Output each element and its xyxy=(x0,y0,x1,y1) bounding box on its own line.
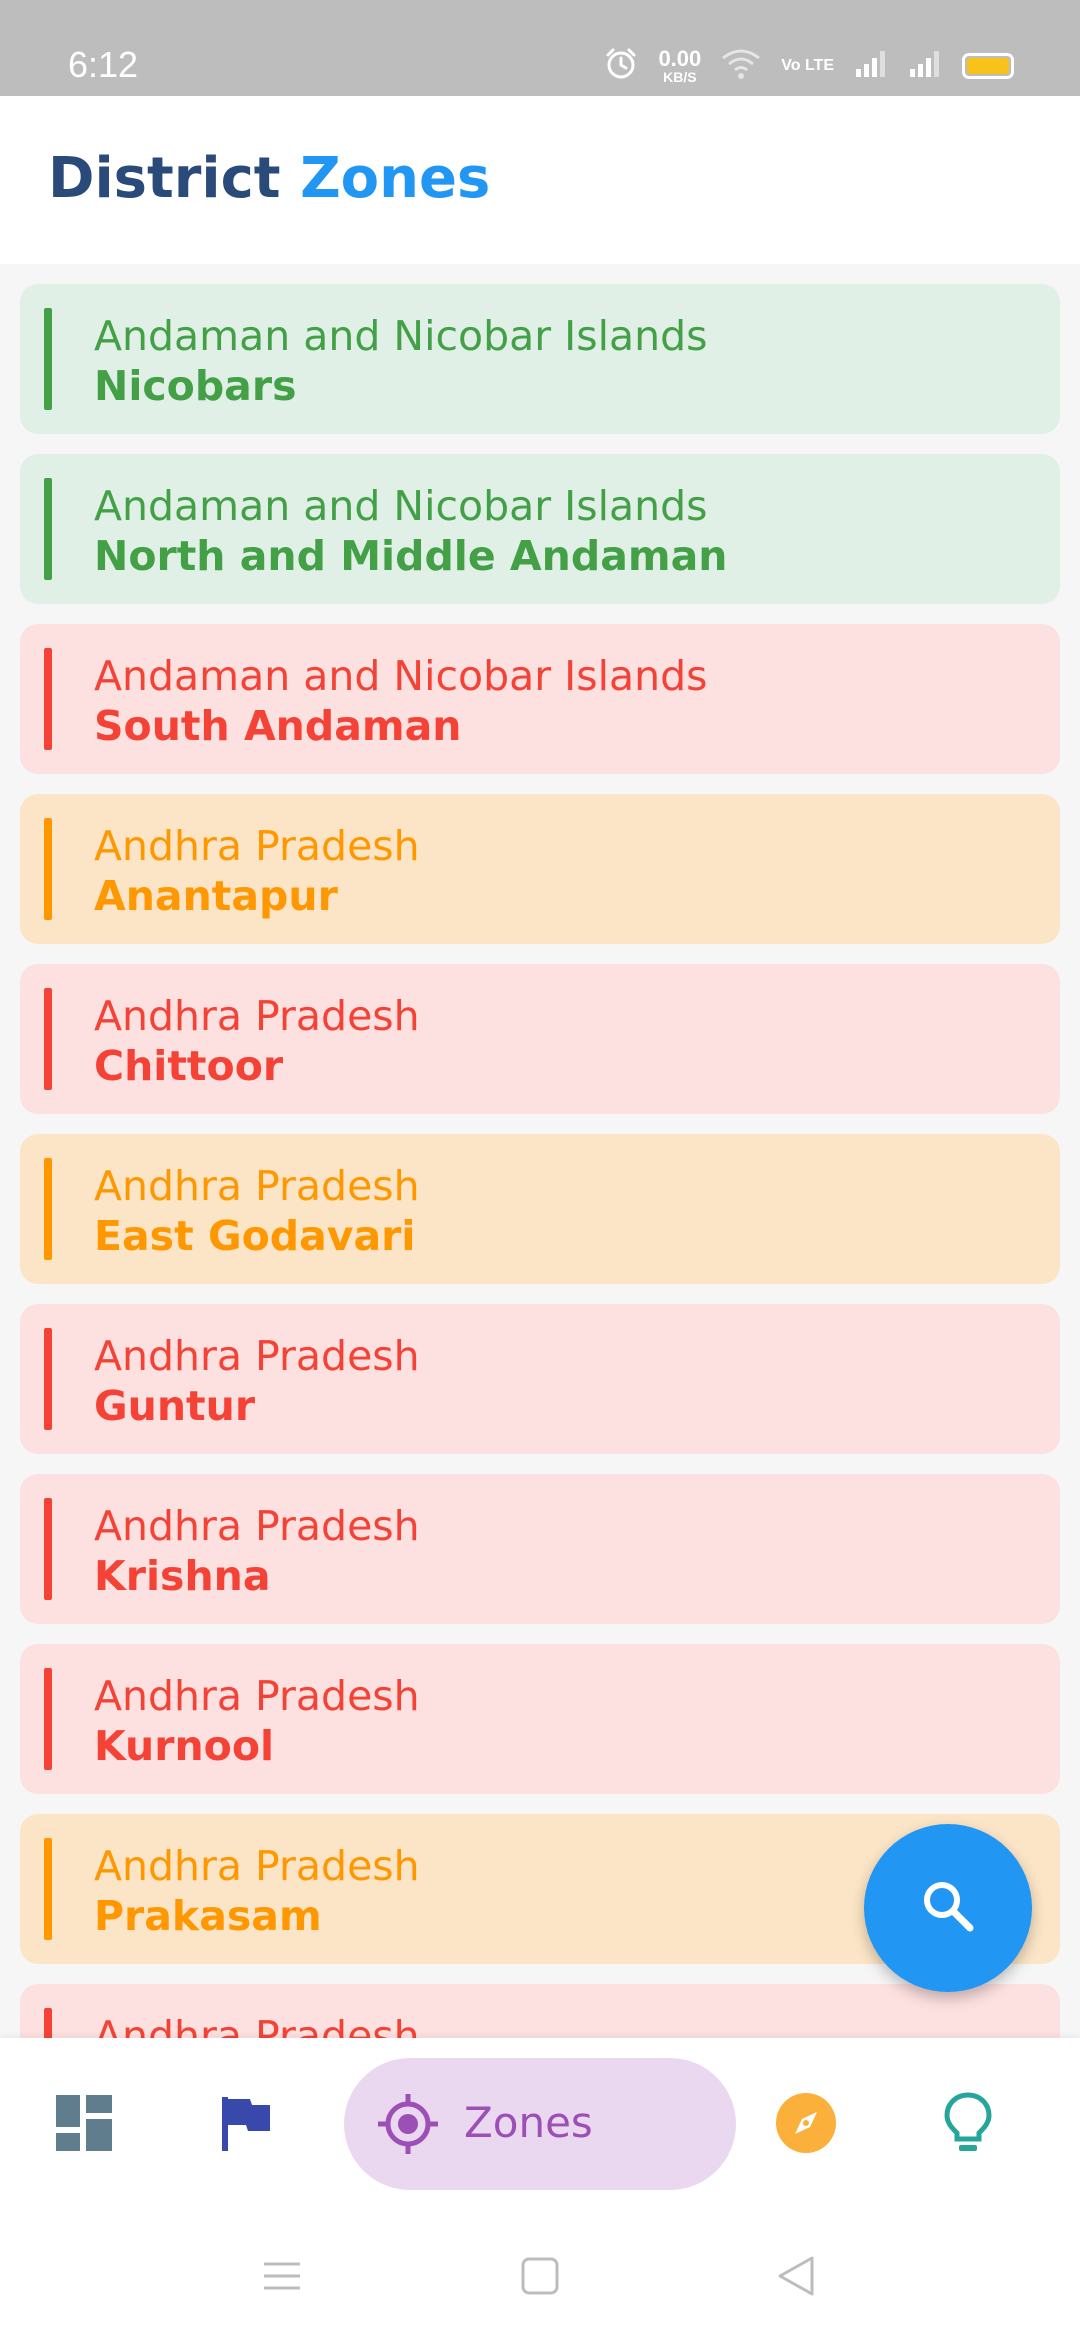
system-navigation-bar xyxy=(0,2208,1080,2340)
net-speed: 0.00 KB/S xyxy=(658,46,702,85)
wifi-icon xyxy=(721,48,761,84)
zone-indicator xyxy=(44,2008,52,2038)
dashboard-icon xyxy=(54,2093,114,2157)
zone-indicator xyxy=(44,478,52,580)
signal-icon xyxy=(854,49,888,83)
district-card[interactable]: Andhra Pradesh Kurnool xyxy=(20,1644,1060,1794)
zone-indicator xyxy=(44,1668,52,1770)
zone-indicator xyxy=(44,988,52,1090)
home-square-icon[interactable] xyxy=(516,2252,564,2300)
search-icon xyxy=(916,1874,980,1942)
district-card[interactable]: Andhra Pradesh East Godavari xyxy=(20,1134,1060,1284)
state-name: Andhra Pradesh xyxy=(94,2012,420,2038)
signal-icon xyxy=(908,49,942,83)
alarm-icon xyxy=(604,47,638,85)
district-name: East Godavari xyxy=(94,1212,416,1260)
nav-dashboard[interactable] xyxy=(52,2093,116,2157)
state-name: Andhra Pradesh xyxy=(94,1502,420,1550)
zone-indicator xyxy=(44,1838,52,1940)
zone-indicator xyxy=(44,1498,52,1600)
status-time: 6:12 xyxy=(68,44,139,85)
page-title: District Zones xyxy=(48,146,490,211)
nav-explore[interactable] xyxy=(774,2093,838,2157)
nav-zones[interactable]: Zones xyxy=(344,2058,736,2190)
district-name: Chittoor xyxy=(94,1042,284,1090)
status-icons: 0.00 KB/S Vo LTE xyxy=(604,46,1014,86)
nav-tips[interactable] xyxy=(936,2091,1000,2159)
bottom-navigation: Zones xyxy=(0,2038,1080,2208)
district-card[interactable]: Andaman and Nicobar Islands North and Mi… xyxy=(20,454,1060,604)
district-card[interactable]: Andaman and Nicobar Islands South Andama… xyxy=(20,624,1060,774)
volte-label: Vo LTE xyxy=(781,57,834,74)
zone-indicator xyxy=(44,308,52,410)
state-name: Andhra Pradesh xyxy=(94,1842,420,1890)
state-name: Andaman and Nicobar Islands xyxy=(94,652,708,700)
state-name: Andhra Pradesh xyxy=(94,822,420,870)
lightbulb-icon xyxy=(938,2091,998,2159)
battery-icon xyxy=(962,53,1014,79)
gps-target-icon xyxy=(376,2092,440,2156)
nav-flag[interactable] xyxy=(214,2093,278,2157)
state-name: Andhra Pradesh xyxy=(94,1162,420,1210)
status-bar: 6:12 0.00 KB/S Vo LTE xyxy=(0,0,1080,96)
flag-icon xyxy=(216,2093,276,2157)
app-header: District Zones xyxy=(0,96,1080,264)
district-name: North and Middle Andaman xyxy=(94,532,728,580)
zone-indicator xyxy=(44,818,52,920)
state-name: Andhra Pradesh xyxy=(94,1332,420,1380)
title-part-zones: Zones xyxy=(300,146,491,211)
district-name: Guntur xyxy=(94,1382,256,1430)
back-triangle-icon[interactable] xyxy=(772,2252,820,2300)
menu-icon[interactable] xyxy=(258,2252,306,2300)
zone-indicator xyxy=(44,648,52,750)
state-name: Andhra Pradesh xyxy=(94,992,420,1040)
district-name: Anantapur xyxy=(94,872,338,920)
title-part-district: District xyxy=(48,146,281,211)
district-card[interactable]: Andhra Pradesh Anantapur xyxy=(20,794,1060,944)
district-card[interactable]: Andhra Pradesh xyxy=(20,1984,1060,2038)
district-name: Kurnool xyxy=(94,1722,275,1770)
district-name: Prakasam xyxy=(94,1892,322,1940)
district-list[interactable]: Andaman and Nicobar Islands Nicobars And… xyxy=(0,264,1080,2038)
district-name: Nicobars xyxy=(94,362,297,410)
state-name: Andaman and Nicobar Islands xyxy=(94,312,708,360)
state-name: Andhra Pradesh xyxy=(94,1672,420,1720)
state-name: Andaman and Nicobar Islands xyxy=(94,482,708,530)
zone-indicator xyxy=(44,1328,52,1430)
district-card[interactable]: Andhra Pradesh Guntur xyxy=(20,1304,1060,1454)
district-name: Krishna xyxy=(94,1552,271,1600)
district-name: South Andaman xyxy=(94,702,462,750)
zone-indicator xyxy=(44,1158,52,1260)
district-card[interactable]: Andhra Pradesh Krishna xyxy=(20,1474,1060,1624)
district-card[interactable]: Andaman and Nicobar Islands Nicobars xyxy=(20,284,1060,434)
search-fab-button[interactable] xyxy=(864,1824,1032,1992)
district-card[interactable]: Andhra Pradesh Chittoor xyxy=(20,964,1060,1114)
compass-icon xyxy=(775,2092,837,2158)
nav-zones-label: Zones xyxy=(464,2098,593,2147)
